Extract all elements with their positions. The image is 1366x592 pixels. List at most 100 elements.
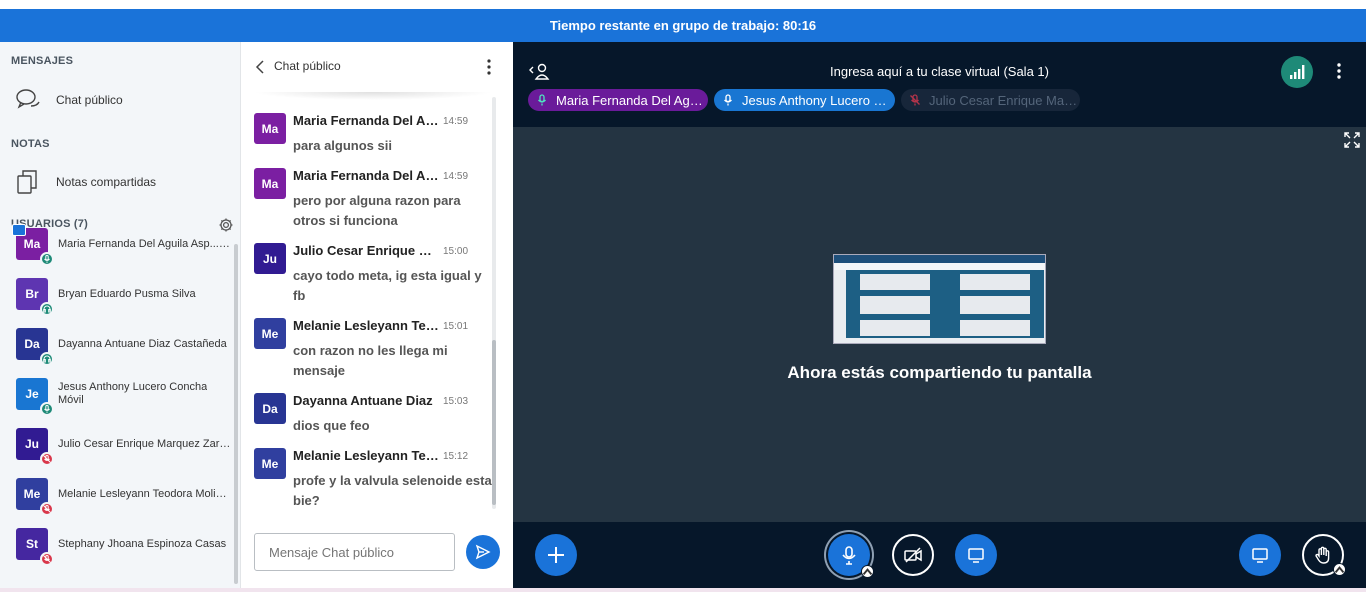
fullscreen-icon[interactable] bbox=[1344, 132, 1360, 148]
avatar-initials: Ju bbox=[262, 251, 277, 266]
user-list-scrollbar[interactable] bbox=[234, 244, 238, 584]
preview-card bbox=[860, 274, 930, 290]
screenshare-preview-image bbox=[833, 254, 1046, 344]
connection-status-button[interactable] bbox=[1281, 56, 1313, 88]
talking-indicator: Maria Fernanda Del Aguila bbox=[528, 89, 708, 111]
presentation-icon bbox=[1252, 548, 1268, 563]
user-list-item[interactable]: Ma Maria Fernanda Del Aguila Asp... (Tu) bbox=[12, 224, 236, 266]
shared-notes-link[interactable]: Notas compartidas bbox=[14, 168, 156, 196]
user-list-item[interactable]: Je Jesus Anthony Lucero Concha Móvil bbox=[16, 376, 236, 416]
send-button[interactable] bbox=[466, 535, 500, 569]
user-name: Melanie Lesleyann Teodora Molina... bbox=[58, 488, 232, 501]
user-name: Julio Cesar Enrique Marquez Zarz... bbox=[58, 438, 232, 451]
microphone-icon bbox=[842, 546, 856, 565]
voice-status-badge bbox=[40, 402, 54, 416]
microphone-icon bbox=[44, 255, 50, 263]
avatar-initials: Je bbox=[25, 387, 39, 401]
raise-hand-button[interactable] bbox=[1302, 534, 1346, 576]
public-chat-link[interactable]: Chat público bbox=[14, 86, 123, 114]
avatar-initials: Ma bbox=[23, 237, 41, 251]
talker-name: Jesus Anthony Lucero Concha bbox=[742, 92, 895, 108]
scroll-shadow bbox=[253, 92, 493, 100]
actions-plus-button[interactable] bbox=[535, 534, 577, 576]
microphone-icon bbox=[44, 405, 50, 413]
mute-microphone-button[interactable] bbox=[828, 534, 874, 578]
meeting-title: Ingresa aquí a tu clase virtual (Sala 1) bbox=[830, 64, 1049, 79]
chat-scrollbar[interactable] bbox=[492, 97, 496, 509]
voice-status-badge bbox=[40, 352, 54, 366]
screenshare-status-text: Ahora estás compartiendo tu pantalla bbox=[787, 363, 1092, 382]
preview-card bbox=[860, 296, 930, 314]
message-author: Julio Cesar Enrique Marquez bbox=[293, 243, 439, 258]
share-screen-button[interactable] bbox=[955, 534, 997, 576]
avatar: Br bbox=[16, 278, 54, 316]
chevron-left-icon[interactable] bbox=[253, 59, 267, 75]
user-name-text: Maria Fernanda Del Aguila Asp... bbox=[58, 237, 219, 250]
notes-icon bbox=[17, 170, 37, 194]
shared-notes-label: Notas compartidas bbox=[56, 175, 157, 189]
avatar: Ma bbox=[254, 113, 286, 144]
user-name-text: Melanie Lesleyann Teodora Molina... bbox=[58, 487, 232, 500]
avatar: St bbox=[16, 528, 54, 566]
voice-status-badge bbox=[40, 252, 54, 266]
user-name-text: Stephany Jhoana Espinoza Casas bbox=[58, 537, 227, 550]
chat-scrollbar-thumb[interactable] bbox=[492, 340, 496, 505]
preview-card bbox=[960, 296, 1030, 314]
top-strip bbox=[0, 0, 1366, 9]
muted-microphone-icon bbox=[43, 505, 51, 513]
avatar-initials: Ma bbox=[261, 121, 279, 136]
user-list-item[interactable]: Ju Julio Cesar Enrique Marquez Zarz... bbox=[16, 426, 236, 466]
presentation-toggle-button[interactable] bbox=[1239, 534, 1281, 576]
chat-panel: Chat público Ma Maria Fernanda Del Aguila… bbox=[240, 42, 513, 588]
hand-icon bbox=[1315, 546, 1330, 564]
avatar-initials: Ma bbox=[261, 176, 279, 191]
message-time: 15:00 bbox=[443, 246, 469, 257]
user-list-item[interactable]: St Stephany Jhoana Espinoza Casas bbox=[16, 526, 236, 566]
send-icon bbox=[475, 544, 491, 560]
user-list-item[interactable]: Da Dayanna Antuane Diaz Castañeda bbox=[16, 326, 236, 366]
avatar: Me bbox=[254, 448, 286, 479]
chat-title[interactable]: Chat público bbox=[274, 59, 341, 73]
message-text: dios que feo bbox=[293, 418, 370, 433]
public-chat-label: Chat público bbox=[56, 93, 123, 107]
chat-header: Chat público bbox=[241, 42, 514, 92]
messages-section-title: MENSAJES bbox=[11, 55, 74, 67]
video-off-icon bbox=[904, 547, 922, 563]
join-video-button[interactable] bbox=[892, 534, 934, 576]
options-menu-icon[interactable] bbox=[1335, 62, 1343, 80]
avatar-initials: Br bbox=[25, 287, 39, 301]
user-list-item[interactable]: Br Bryan Eduardo Pusma Silva bbox=[16, 276, 236, 316]
actions-bar bbox=[513, 522, 1366, 588]
preview-titlebar bbox=[834, 255, 1045, 263]
preview-slide bbox=[846, 270, 1044, 338]
talking-indicator: Jesus Anthony Lucero Concha bbox=[714, 89, 895, 111]
chat-bubbles-icon bbox=[16, 89, 40, 109]
message-text: con razon no les llega mi mensaje bbox=[293, 343, 448, 378]
preview-card bbox=[860, 320, 930, 336]
avatar-initials: Me bbox=[261, 326, 279, 341]
reactions-chevron[interactable] bbox=[1333, 563, 1346, 576]
bottom-strip bbox=[0, 588, 1366, 592]
voice-status-badge bbox=[40, 502, 54, 516]
talker-name: Julio Cesar Enrique Marquez bbox=[929, 92, 1080, 108]
plus-icon bbox=[548, 547, 564, 563]
more-options-icon[interactable] bbox=[485, 58, 493, 76]
user-name: Jesus Anthony Lucero Concha Móvil bbox=[58, 381, 207, 407]
main-area: Ingresa aquí a tu clase virtual (Sala 1)… bbox=[513, 42, 1366, 588]
muted-microphone-icon bbox=[43, 555, 51, 563]
message-author: Melanie Lesleyann Teodora bbox=[293, 448, 439, 463]
avatar: Je bbox=[16, 378, 54, 416]
voice-status-badge bbox=[40, 302, 54, 316]
audio-options-chevron[interactable] bbox=[861, 565, 874, 578]
preview-card bbox=[960, 274, 1030, 290]
presenter-icon bbox=[12, 224, 26, 236]
avatar-initials: Da bbox=[262, 401, 278, 416]
chevron-up-icon bbox=[862, 567, 873, 575]
avatar-initials: Me bbox=[261, 456, 279, 471]
chat-message-input[interactable] bbox=[254, 533, 455, 571]
user-list-item[interactable]: Me Melanie Lesleyann Teodora Molina... bbox=[16, 476, 236, 516]
avatar-initials: Da bbox=[24, 337, 40, 351]
talker-name: Maria Fernanda Del Aguila bbox=[556, 92, 708, 108]
user-name: Dayanna Antuane Diaz Castañeda bbox=[58, 338, 227, 351]
chevron-up-icon bbox=[1334, 565, 1345, 573]
